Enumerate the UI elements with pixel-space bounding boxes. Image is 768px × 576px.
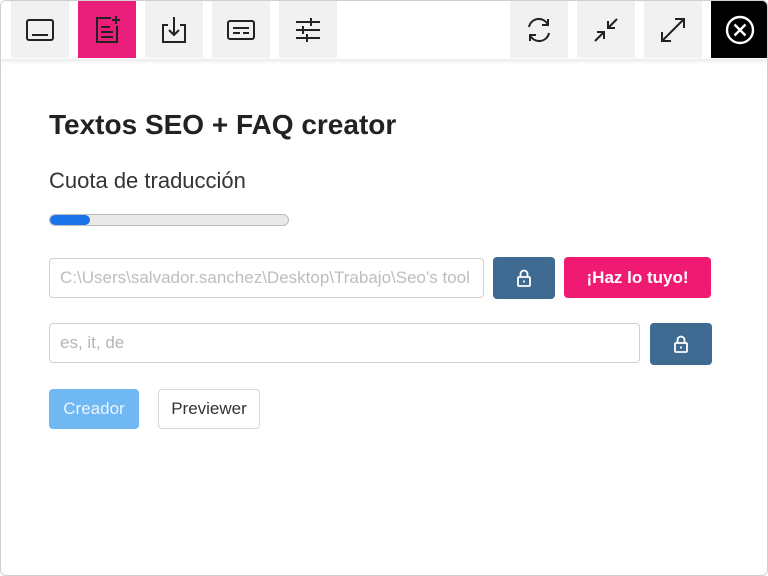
minimize-button[interactable] <box>577 1 635 58</box>
new-document-button[interactable] <box>78 1 136 58</box>
download-icon <box>162 16 186 43</box>
previewer-button[interactable]: Previewer <box>158 389 260 429</box>
sliders-icon <box>296 17 320 42</box>
lock-icon <box>517 269 531 287</box>
minimize-icon <box>594 17 618 42</box>
download-button[interactable] <box>145 1 203 58</box>
toolbar <box>1 1 767 59</box>
lock-icon <box>674 335 688 353</box>
refresh-button[interactable] <box>510 1 568 58</box>
new-document-icon <box>96 15 120 43</box>
quota-label: Cuota de traducción <box>49 168 246 193</box>
languages-input[interactable] <box>49 323 640 363</box>
path-input[interactable] <box>49 258 484 298</box>
path-lock-button[interactable] <box>493 257 555 299</box>
do-it-yourself-button[interactable]: ¡Haz lo tuyo! <box>564 257 711 298</box>
subtitles-icon <box>227 19 255 40</box>
app-window: Textos SEO + FAQ creator Cuota de traduc… <box>0 0 768 576</box>
close-icon <box>725 15 755 44</box>
quota-progress-fill <box>50 215 91 225</box>
refresh-icon <box>528 17 550 42</box>
panel-icon <box>26 18 54 41</box>
subtitles-button[interactable] <box>212 1 270 58</box>
page-title: Textos SEO + FAQ creator <box>49 109 397 140</box>
panel-button[interactable] <box>11 1 69 58</box>
settings-sliders-button[interactable] <box>279 1 337 58</box>
quota-progress-bar <box>49 214 289 226</box>
creador-button[interactable]: Creador <box>49 389 139 429</box>
languages-lock-button[interactable] <box>650 323 712 365</box>
close-button[interactable] <box>711 1 767 58</box>
maximize-button[interactable] <box>644 1 702 58</box>
maximize-icon <box>661 17 685 42</box>
